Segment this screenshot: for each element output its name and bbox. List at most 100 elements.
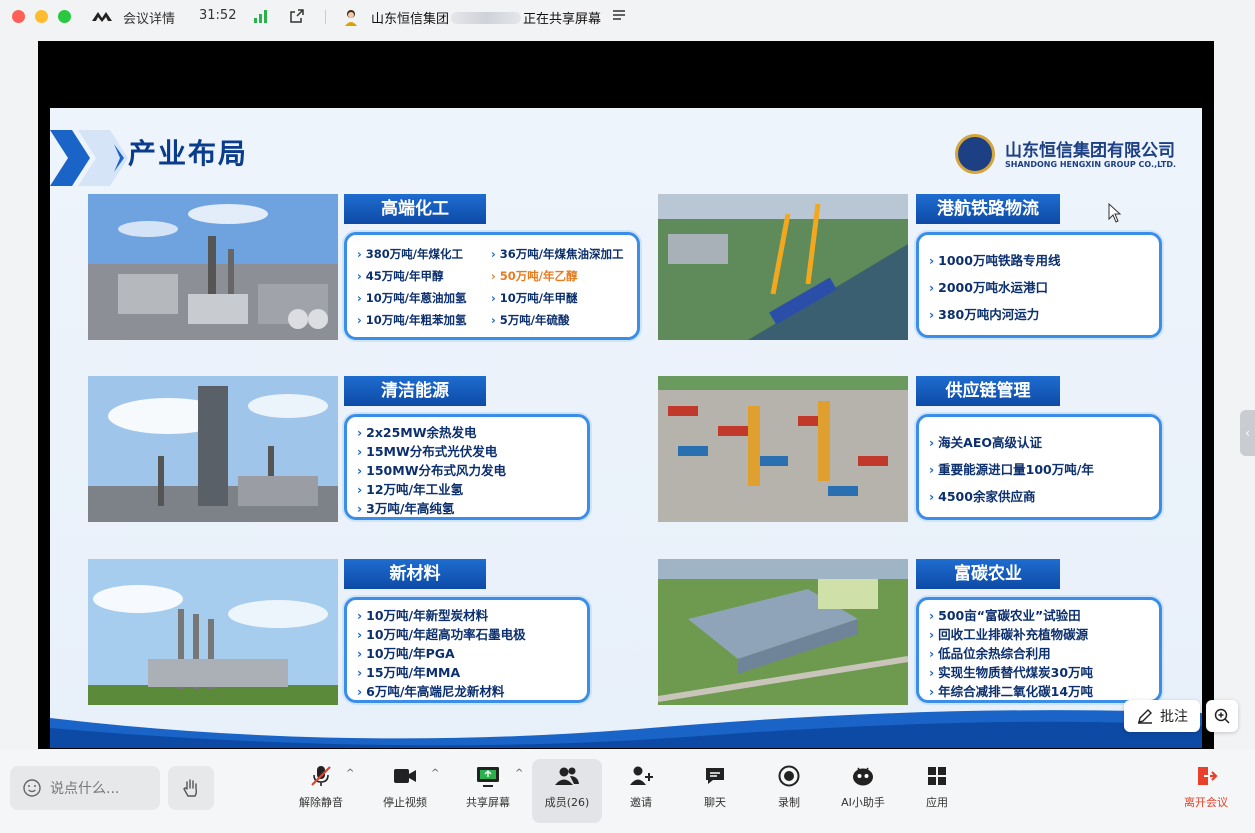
invite-button[interactable]: 邀请 bbox=[606, 762, 676, 822]
list-item: › 10万吨/年新型炭材料 bbox=[357, 608, 489, 623]
slide-footer-wave bbox=[50, 710, 1202, 748]
stop-video-label: 停止视频 bbox=[383, 796, 427, 809]
list-item: › 10万吨/年PGA bbox=[357, 646, 455, 661]
tencent-meeting-logo-icon bbox=[90, 9, 118, 27]
presentation-slide: 产业布局 山东恒信集团有限公司 SHANDONG HENGXIN GROUP C… bbox=[50, 108, 1202, 748]
exit-icon bbox=[1198, 767, 1218, 785]
list-item: › 1000万吨铁路专用线 bbox=[929, 253, 1061, 268]
record-label: 录制 bbox=[778, 796, 800, 809]
materials-plant-photo bbox=[88, 559, 338, 705]
list-item: › 500亩“富碳农业”试验田 bbox=[929, 608, 1081, 623]
emoji-icon bbox=[23, 779, 41, 797]
add-user-icon bbox=[630, 766, 653, 785]
chat-button[interactable]: 聊天 bbox=[680, 762, 750, 822]
apps-grid-icon bbox=[928, 767, 946, 785]
zoom-in-button[interactable] bbox=[1206, 700, 1238, 732]
members-button[interactable]: 成员(26) bbox=[532, 759, 602, 823]
record-button[interactable]: 录制 bbox=[754, 762, 824, 822]
presenter-org: 山东恒信集团 bbox=[371, 12, 450, 27]
apps-label: 应用 bbox=[926, 796, 948, 809]
list-item: › 海关AEO高级认证 bbox=[929, 435, 1042, 450]
chat-placeholder: 说点什么... bbox=[50, 781, 120, 797]
ai-assistant-icon bbox=[853, 767, 873, 786]
side-panel-handle[interactable]: ‹ bbox=[1240, 410, 1255, 456]
hand-icon bbox=[183, 779, 198, 797]
invite-label: 邀请 bbox=[630, 796, 652, 809]
mouse-cursor-icon bbox=[1108, 203, 1122, 223]
audio-options-chevron-icon[interactable]: ^ bbox=[346, 768, 354, 779]
card-material: › 10万吨/年新型炭材料 › 10万吨/年超高功率石墨电极 › 10万吨/年PGA … bbox=[344, 597, 590, 703]
minimize-window-button[interactable] bbox=[35, 10, 48, 23]
annotate-label: 批注 bbox=[1160, 709, 1188, 725]
list-item: › 45万吨/年甲醇 bbox=[357, 269, 444, 283]
video-camera-icon bbox=[394, 769, 416, 783]
popout-icon[interactable] bbox=[289, 8, 305, 24]
redacted-name bbox=[451, 12, 522, 24]
annotate-button[interactable]: 批注 bbox=[1124, 700, 1200, 732]
category-label-chem: 高端化工 bbox=[344, 194, 486, 224]
close-window-button[interactable] bbox=[12, 10, 25, 23]
share-screen-button[interactable]: 共享屏幕 bbox=[453, 762, 523, 822]
list-item: › 36万吨/年煤焦油深加工 bbox=[491, 247, 624, 261]
pen-icon bbox=[1138, 709, 1152, 724]
company-name: 山东恒信集团有限公司 bbox=[1005, 141, 1175, 161]
maximize-window-button[interactable] bbox=[58, 10, 71, 23]
greenhouse-photo bbox=[658, 559, 908, 705]
mic-muted-icon bbox=[311, 766, 331, 786]
company-name-en: SHANDONG HENGXIN GROUP CO.,LTD. bbox=[1005, 160, 1177, 169]
card-logistics: › 1000万吨铁路专用线 › 2000万吨水运港口 › 380万吨内河运力 bbox=[916, 232, 1162, 338]
card-chem: › 380万吨/年煤化工 › 36万吨/年煤焦油深加工 › 45万吨/年甲醇 › 50万… bbox=[344, 232, 640, 340]
list-item: › 2000万吨水运港口 bbox=[929, 280, 1048, 295]
list-item: › 回收工业排碳补充植物碳源 bbox=[929, 627, 1089, 642]
ai-assistant-button[interactable]: AI小助手 bbox=[828, 762, 898, 822]
category-label-energy: 清洁能源 bbox=[344, 376, 486, 406]
list-item: › 3万吨/年高纯氢 bbox=[357, 501, 455, 516]
titlebar-divider bbox=[325, 10, 326, 24]
stop-video-button[interactable]: 停止视频 bbox=[370, 762, 440, 822]
category-label-material: 新材料 bbox=[344, 559, 486, 589]
energy-plant-photo bbox=[88, 376, 338, 522]
list-item: › 10万吨/年粗苯加氢 bbox=[357, 313, 467, 327]
list-item: › 2x25MW余热发电 bbox=[357, 425, 477, 440]
chat-label: 聊天 bbox=[704, 796, 726, 809]
video-options-chevron-icon[interactable]: ^ bbox=[431, 768, 439, 779]
leave-meeting-button[interactable]: 离开会议 bbox=[1171, 762, 1241, 822]
members-icon bbox=[555, 767, 579, 785]
list-item: › 实现生物质替代煤炭30万吨 bbox=[929, 665, 1094, 680]
container-yard-photo bbox=[658, 376, 908, 522]
share-options-chevron-icon[interactable]: ^ bbox=[515, 768, 523, 779]
port-photo bbox=[658, 194, 908, 340]
list-item: › 低品位余热综合利用 bbox=[929, 646, 1051, 661]
members-label: 成员(26) bbox=[544, 796, 590, 809]
list-item: › 380万吨内河运力 bbox=[929, 307, 1040, 322]
list-item-highlight: › 50万吨/年乙醇 bbox=[491, 269, 578, 283]
signal-icon bbox=[254, 10, 267, 23]
company-logo-icon bbox=[955, 134, 995, 174]
title-arrow-icon bbox=[50, 130, 128, 186]
record-icon bbox=[778, 765, 800, 787]
list-item: › 380万吨/年煤化工 bbox=[357, 247, 463, 261]
apps-button[interactable]: 应用 bbox=[902, 762, 972, 822]
share-screen-label: 共享屏幕 bbox=[466, 796, 510, 809]
list-item: › 15万吨/年MMA bbox=[357, 665, 461, 680]
card-energy: › 2x25MW余热发电 › 15MW分布式光伏发电 › 150MW分布式风力发电 ›… bbox=[344, 414, 590, 520]
menu-list-icon[interactable] bbox=[612, 9, 626, 25]
chat-quick-input[interactable]: 说点什么... bbox=[10, 766, 160, 810]
list-item: › 4500余家供应商 bbox=[929, 489, 1036, 504]
card-supply: › 海关AEO高级认证 › 重要能源进口量100万吨/年 › 4500余家供应商 bbox=[916, 414, 1162, 520]
unmute-label: 解除静音 bbox=[299, 796, 343, 809]
list-item: › 12万吨/年工业氢 bbox=[357, 482, 464, 497]
category-label-supply: 供应链管理 bbox=[916, 376, 1060, 406]
zoom-in-icon bbox=[1214, 708, 1230, 724]
list-item: › 150MW分布式风力发电 bbox=[357, 463, 506, 478]
presenter-avatar-icon bbox=[343, 8, 359, 30]
share-status-text: 正在共享屏幕 bbox=[523, 12, 602, 27]
meeting-details-link[interactable]: 会议详情 bbox=[123, 8, 175, 27]
meeting-toolbar: 说点什么... 解除静音 ^ 停止视频 ^ 共享屏幕 ^ 成员(26) 邀请 聊… bbox=[0, 750, 1255, 833]
list-item: › 10万吨/年甲醚 bbox=[491, 291, 578, 305]
category-label-logistics: 港航铁路物流 bbox=[916, 194, 1060, 224]
screen-share-icon bbox=[477, 767, 499, 787]
raise-hand-button[interactable] bbox=[168, 766, 214, 810]
list-item: › 重要能源进口量100万吨/年 bbox=[929, 462, 1094, 477]
meeting-timer: 31:52 bbox=[199, 8, 237, 23]
